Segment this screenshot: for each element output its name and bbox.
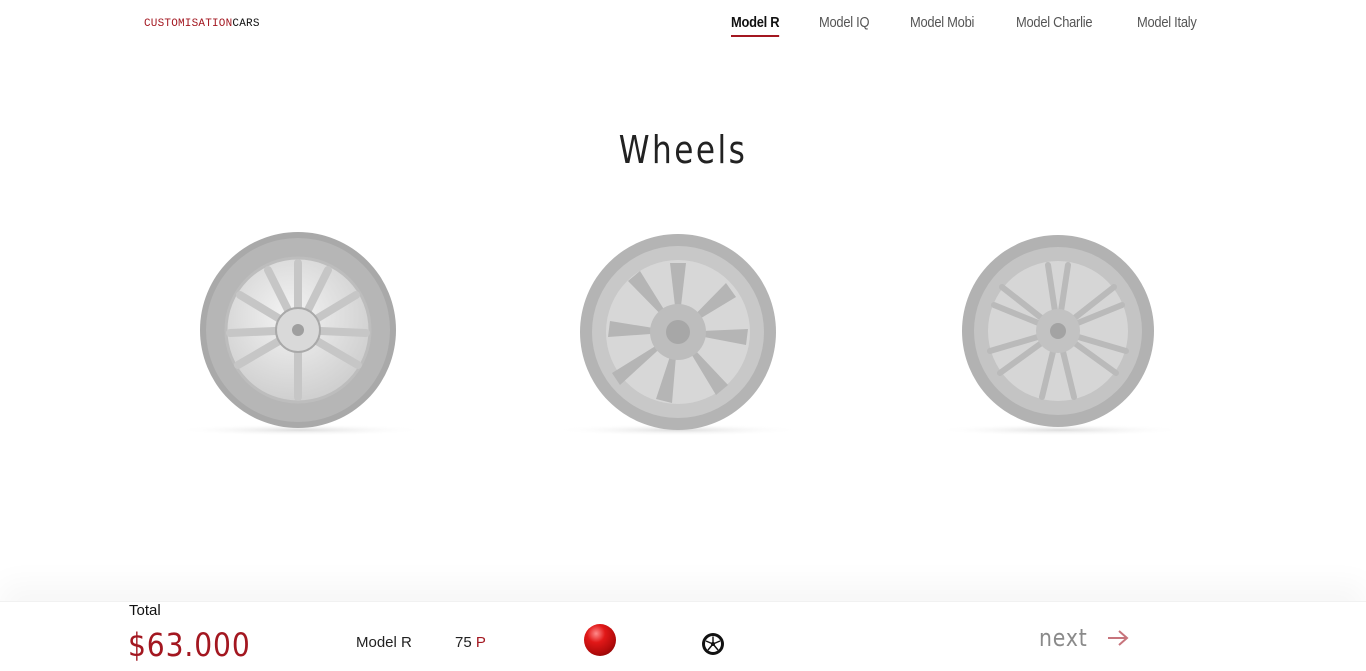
wheel-options: [0, 225, 1366, 445]
nav-item-model-iq[interactable]: Model IQ: [819, 14, 870, 37]
battery-value: 75: [455, 634, 472, 651]
wheel-icon: [175, 232, 425, 436]
summary-color-swatch: [584, 624, 616, 656]
battery-unit: P: [475, 634, 486, 651]
total-label: Total: [129, 602, 161, 619]
summary-bar: Total $63.000 Model R 75 P next: [0, 601, 1366, 671]
brand-logo[interactable]: CUSTOMISATIONCARS: [144, 18, 260, 30]
summary-model: Model R: [356, 634, 412, 651]
wheel-option-1[interactable]: [170, 225, 430, 445]
model-nav: Model R Model IQ Model Mobi Model Charli…: [730, 14, 1206, 37]
nav-item-model-mobi[interactable]: Model Mobi: [910, 14, 974, 37]
wheel-option-3[interactable]: [930, 225, 1190, 445]
nav-item-model-r[interactable]: Model R: [730, 14, 779, 37]
wheel-icon: [702, 633, 724, 655]
nav-item-model-charlie[interactable]: Model Charlie: [1016, 14, 1093, 37]
wheel-option-2[interactable]: [548, 225, 808, 445]
next-label: next: [1039, 624, 1088, 652]
page-title: Wheels: [618, 128, 748, 172]
arrow-right-icon: [1108, 630, 1129, 646]
total-price: $63.000: [128, 626, 251, 664]
summary-battery: 75 P: [455, 634, 486, 651]
nav-item-model-italy[interactable]: Model Italy: [1137, 14, 1197, 37]
top-bar: CUSTOMISATIONCARS Model R Model IQ Model…: [0, 0, 1366, 50]
brand-part1: CUSTOMISATION: [144, 18, 233, 30]
brand-part2: CARS: [232, 18, 260, 30]
next-button[interactable]: next: [1039, 624, 1130, 652]
wheel-icon: [553, 234, 803, 436]
wheel-icon: [935, 235, 1185, 436]
